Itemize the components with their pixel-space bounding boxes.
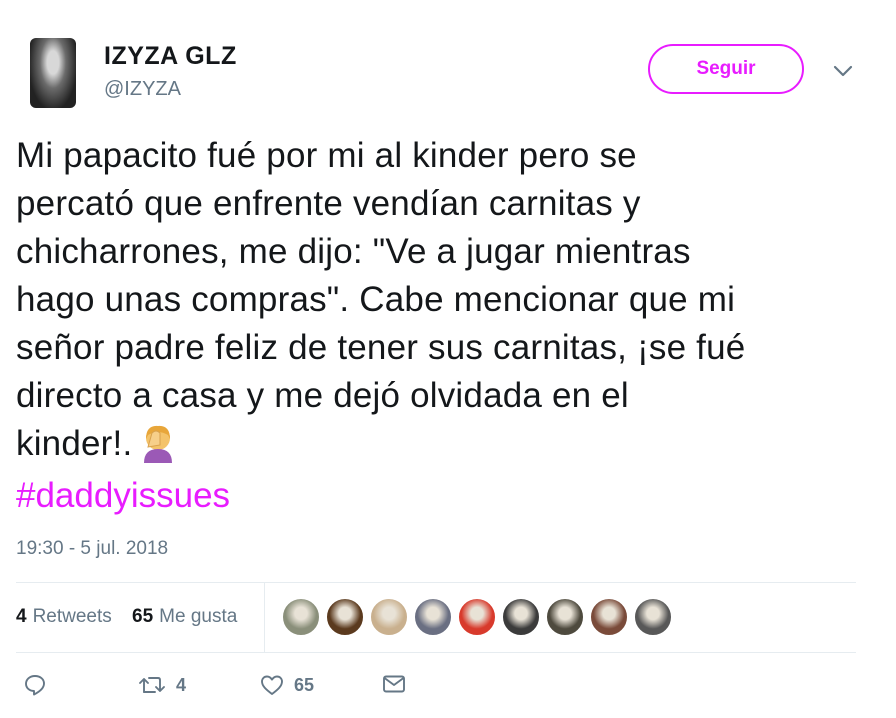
tweet-line-last: kinder!. [16, 420, 876, 476]
liker-avatar[interactable] [546, 598, 584, 636]
envelope-icon [382, 674, 406, 694]
reply-button[interactable] [24, 674, 46, 696]
likes-stat[interactable]: 65 Me gusta [132, 606, 237, 628]
display-name[interactable]: IZYZA GLZ [104, 42, 237, 71]
liker-avatar[interactable] [590, 598, 628, 636]
tweet-line: señor padre feliz de tener sus carnitas,… [16, 328, 746, 367]
tweet-actions: 4 65 [16, 668, 856, 708]
like-count: 65 [294, 674, 315, 695]
tweet-line: kinder!. [16, 424, 133, 463]
liker-avatar[interactable] [370, 598, 408, 636]
retweet-icon [138, 674, 166, 696]
follow-button[interactable]: Seguir [648, 44, 804, 94]
divider [16, 652, 856, 653]
retweet-button[interactable]: 4 [138, 674, 186, 696]
liker-avatar[interactable] [502, 598, 540, 636]
retweets-label: Retweets [32, 606, 112, 627]
tweet-stats: 4 Retweets 65 Me gusta [16, 582, 856, 652]
liker-avatar[interactable] [414, 598, 452, 636]
likes-count: 65 [132, 606, 154, 627]
liker-avatar[interactable] [634, 598, 672, 636]
retweet-count: 4 [176, 674, 187, 695]
liker-avatar[interactable] [458, 598, 496, 636]
tweet-line: percató que enfrente vendían carnitas y [16, 184, 641, 223]
likes-label: Me gusta [159, 606, 238, 627]
reply-icon [24, 674, 46, 696]
facepalm-emoji-icon [138, 423, 178, 476]
retweets-stat[interactable]: 4 Retweets [16, 606, 112, 628]
hashtag-link[interactable]: #daddyissues [16, 472, 230, 520]
tweet-line: Mi papacito fué por mi al kinder pero se [16, 136, 637, 175]
timestamp[interactable]: 19:30 - 5 jul. 2018 [16, 538, 168, 560]
chevron-down-icon[interactable] [832, 60, 854, 82]
tweet-line: directo a casa y me dejó olvidada en el [16, 376, 629, 415]
liker-avatar[interactable] [326, 598, 364, 636]
liker-avatar[interactable] [282, 598, 320, 636]
tweet-line: hago unas compras". Cabe mencionar que m… [16, 280, 736, 319]
retweets-count: 4 [16, 606, 27, 627]
stats-separator [264, 582, 265, 652]
user-handle[interactable]: @IZYZA [104, 78, 181, 101]
tweet-line: chicharrones, me dijo: "Ve a jugar mient… [16, 232, 691, 271]
heart-icon [260, 674, 284, 696]
avatar[interactable] [30, 38, 76, 108]
tweet-header: IZYZA GLZ @IZYZA Seguir [0, 0, 896, 120]
tweet-text: Mi papacito fué por mi al kinder pero se… [16, 132, 876, 476]
like-button[interactable]: 65 [260, 674, 314, 696]
direct-message-button[interactable] [382, 674, 406, 694]
